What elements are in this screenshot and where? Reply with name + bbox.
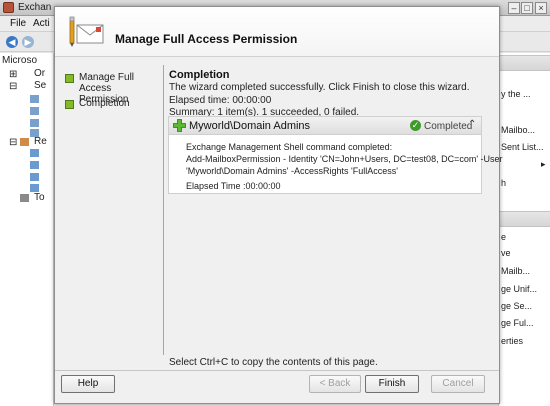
completion-message: The wizard completed successfully. Click… <box>169 82 470 93</box>
task-output-line: Add-MailboxPermission - Identity 'CN=Joh… <box>186 154 503 164</box>
tree-collapse-icon[interactable]: ⊟ <box>9 137 17 148</box>
step-label: Completion <box>79 98 130 109</box>
wizard-envelope-icon <box>69 16 104 47</box>
collapse-chevron-icon[interactable]: ⌃ <box>468 119 476 130</box>
step-complete-icon <box>65 100 74 109</box>
recipient-icon <box>20 138 29 146</box>
background-tree-panel: Microso ⊞ Or ⊟ Se ⊟ Re To <box>0 53 54 406</box>
action-item[interactable]: ge Se... <box>501 301 532 311</box>
user-icon <box>30 149 39 157</box>
wizard-header: Manage Full Access Permission <box>55 7 499 57</box>
user-icon <box>30 184 39 192</box>
forward-arrow-icon[interactable]: ▶ <box>22 36 34 48</box>
tree-item-toolbox[interactable]: To <box>34 192 45 203</box>
action-item[interactable]: ge Ful... <box>501 318 534 328</box>
menu-action[interactable]: Acti <box>33 18 50 29</box>
action-item[interactable]: ve <box>501 248 511 258</box>
back-button[interactable]: < Back <box>309 375 361 393</box>
task-output-line: 'Myworld\Domain Admins' -AccessRights 'F… <box>186 166 398 176</box>
actions-header <box>499 55 550 71</box>
task-result-panel: Myworld\Domain Admins ✓ Completed ⌃ Exch… <box>168 116 503 194</box>
action-item[interactable]: Mailb... <box>501 266 530 276</box>
tree-collapse-icon[interactable]: ⊟ <box>9 81 17 92</box>
copy-hint: Select Ctrl+C to copy the contents of th… <box>169 357 378 368</box>
task-header[interactable]: Myworld\Domain Admins ✓ Completed ⌃ <box>169 117 481 135</box>
wizard-steps: Manage Full Access Permission Completion <box>55 58 163 358</box>
minimize-icon[interactable]: – <box>508 2 520 14</box>
elapsed-time: Elapsed time: 00:00:00 <box>169 95 272 106</box>
tree-item-organization[interactable]: Or <box>34 68 45 79</box>
user-icon <box>30 173 39 181</box>
green-plus-icon <box>173 119 186 132</box>
wizard-dialog: Manage Full Access Permission Manage Ful… <box>54 6 503 404</box>
action-item[interactable]: ge Unif... <box>501 284 537 294</box>
check-circle-icon: ✓ <box>410 120 421 131</box>
maximize-icon[interactable]: □ <box>521 2 533 14</box>
action-item[interactable]: erties <box>501 336 523 346</box>
action-item[interactable]: Sent List... <box>501 142 544 152</box>
exchange-app-icon <box>3 2 14 13</box>
close-icon[interactable]: × <box>535 2 547 14</box>
tree-item-root[interactable]: Microso <box>2 55 37 66</box>
action-item[interactable]: e <box>501 232 506 242</box>
toolbox-icon <box>20 194 29 202</box>
cancel-button[interactable]: Cancel <box>431 375 485 393</box>
server-icon <box>30 95 39 103</box>
user-icon <box>30 161 39 169</box>
back-arrow-icon[interactable]: ◀ <box>6 36 18 48</box>
action-item[interactable]: h <box>501 178 506 188</box>
task-name: Myworld\Domain Admins <box>189 120 311 132</box>
submenu-arrow-icon[interactable]: ▸ <box>541 159 546 170</box>
tree-item-server[interactable]: Se <box>34 80 46 91</box>
server-icon <box>30 107 39 115</box>
completion-heading: Completion <box>169 69 230 81</box>
help-button[interactable]: Help <box>61 375 115 393</box>
tree-item-recipient[interactable]: Re <box>34 136 47 147</box>
finish-button[interactable]: Finish <box>365 375 419 393</box>
wizard-title: Manage Full Access Permission <box>115 32 298 46</box>
background-actions-panel: y the ... Mailbo... Sent List... ▸ h e v… <box>498 53 550 406</box>
action-item[interactable]: y the ... <box>501 89 531 99</box>
menu-file[interactable]: File <box>10 18 26 29</box>
step-complete-icon <box>65 74 74 83</box>
action-item[interactable]: Mailbo... <box>501 125 535 135</box>
footer-divider <box>55 370 499 371</box>
server-icon <box>30 119 39 127</box>
task-elapsed-time: Elapsed Time :00:00:00 <box>186 181 281 191</box>
actions-header <box>499 211 550 227</box>
tree-expand-icon[interactable]: ⊞ <box>9 69 17 80</box>
background-window-title: Exchan <box>18 2 52 13</box>
task-status: Completed <box>424 121 473 132</box>
task-output-line: Exchange Management Shell command comple… <box>186 142 393 152</box>
steps-divider <box>163 65 164 355</box>
